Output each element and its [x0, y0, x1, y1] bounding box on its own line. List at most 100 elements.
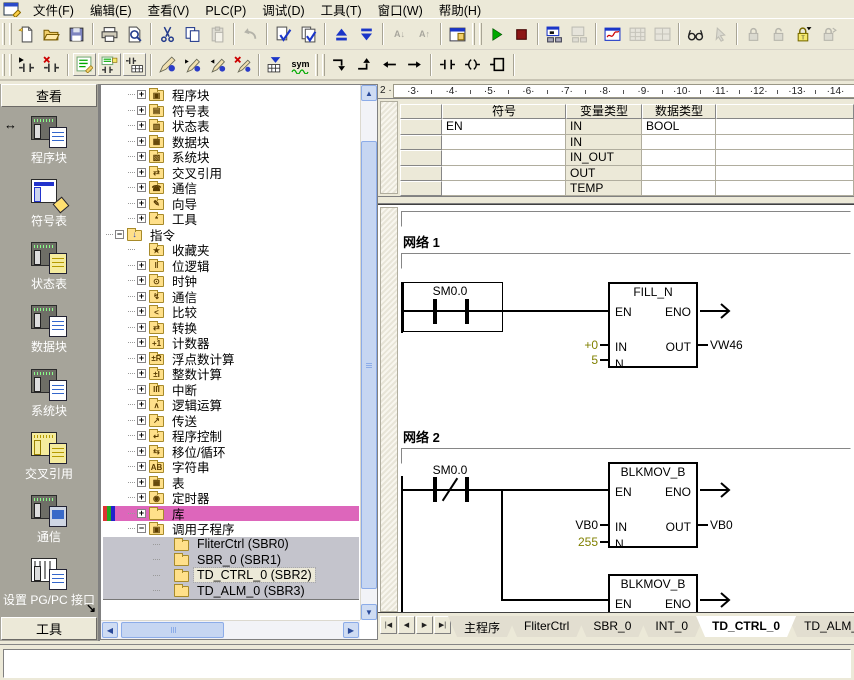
tree-expander[interactable]: + — [137, 292, 146, 301]
tree-expander[interactable]: + — [137, 214, 146, 223]
tree-item[interactable]: + ▣ 程序块 — [103, 87, 359, 103]
tree-item[interactable]: + ▥ 状态表 — [103, 118, 359, 134]
monitor-glasses-button[interactable] — [684, 23, 707, 46]
blkmov-b-box-2[interactable]: BLKMOV_B EN ENO — [608, 574, 698, 612]
tree-expander[interactable]: + — [137, 416, 146, 425]
out-operand[interactable]: VB0 — [710, 518, 733, 532]
data-type-cell[interactable] — [642, 135, 716, 150]
pane-splitter[interactable] — [378, 196, 854, 204]
tree-item[interactable]: + III 中断 — [103, 382, 359, 398]
data-type-cell[interactable] — [642, 166, 716, 181]
tree-item[interactable]: + ▦ 数据块 — [103, 134, 359, 150]
data-type-cell[interactable] — [642, 181, 716, 196]
tree-item[interactable]: + ±I 整数计算 — [103, 366, 359, 382]
tree-expander[interactable]: + — [137, 509, 146, 518]
new-file-button[interactable] — [15, 23, 38, 46]
tree-expander[interactable]: + — [137, 369, 146, 378]
var-type-cell[interactable]: IN — [566, 119, 642, 134]
wire-up-button[interactable] — [353, 53, 376, 76]
lock-password-button[interactable]: T — [792, 23, 815, 46]
tree-expander[interactable]: + — [137, 385, 146, 394]
tree-item[interactable]: ★ 收藏夹 — [103, 242, 359, 258]
tree-expander[interactable]: + — [137, 183, 146, 192]
symbol-cell[interactable] — [442, 135, 566, 150]
tree-expander[interactable]: + — [137, 90, 146, 99]
tree-expander[interactable]: + — [137, 307, 146, 316]
menu-item[interactable]: 编辑(E) — [82, 3, 140, 19]
pou-tab[interactable]: TD_ALM_0 — [788, 616, 854, 637]
tree-expander[interactable]: + — [137, 478, 146, 487]
tree-expander[interactable]: + — [137, 276, 146, 285]
tree-item[interactable]: − ▣ 调用子程序 — [103, 521, 359, 537]
navigation-item[interactable]: 通信 — [0, 489, 98, 552]
undo-button[interactable] — [239, 23, 262, 46]
tree-item[interactable]: + * 工具 — [103, 211, 359, 227]
n-operand[interactable]: 255 — [562, 535, 598, 549]
out-operand[interactable]: VW46 — [710, 338, 743, 352]
chart-status-3-button[interactable] — [651, 23, 674, 46]
tree-item[interactable]: + ∧ 逻辑运算 — [103, 397, 359, 413]
tree-expander[interactable]: − — [137, 524, 146, 533]
row-header-cell[interactable] — [400, 166, 442, 181]
tree-item[interactable]: + ▦ 表 — [103, 475, 359, 491]
pou-tab[interactable]: INT_0 — [639, 616, 704, 637]
tree-expander[interactable]: + — [137, 137, 146, 146]
toolbar-handle[interactable] — [322, 54, 325, 76]
tree-item[interactable]: + ‖ 位逻辑 — [103, 258, 359, 274]
tree-item[interactable]: + ↗ 传送 — [103, 413, 359, 429]
scroll-up-button[interactable]: ▲ — [361, 85, 377, 101]
delete-all-button[interactable] — [231, 53, 254, 76]
row-header-cell[interactable] — [400, 119, 442, 134]
navigation-item[interactable]: 符号表 — [0, 172, 98, 235]
paste-button[interactable] — [206, 23, 229, 46]
print-button[interactable] — [98, 23, 121, 46]
tree-item[interactable]: TD_ALM_0 (SBR3) — [103, 583, 359, 599]
save-button[interactable] — [65, 23, 88, 46]
compile-all-button[interactable] — [297, 23, 320, 46]
symbol-cell[interactable] — [442, 181, 566, 196]
tree-horizontal-scrollbar[interactable]: ◀ ▶ — [101, 620, 360, 639]
row-header-cell[interactable] — [400, 181, 442, 196]
print-preview-button[interactable] — [123, 23, 146, 46]
n-operand[interactable]: 5 — [568, 353, 598, 367]
menu-item[interactable]: 帮助(H) — [431, 3, 489, 19]
download-button[interactable] — [355, 23, 378, 46]
options-window-button[interactable] — [446, 23, 469, 46]
column-header-symbol[interactable]: 符号 — [442, 104, 566, 119]
tree-item[interactable]: TD_CTRL_0 (SBR2) — [103, 568, 359, 584]
view-ladder-button[interactable] — [73, 53, 96, 76]
var-type-cell[interactable]: IN_OUT — [566, 150, 642, 165]
comment-cell[interactable] — [716, 119, 854, 134]
address-view-button[interactable] — [264, 53, 287, 76]
menu-item[interactable]: 调试(D) — [254, 3, 312, 19]
tree-item[interactable]: + ⇄ 交叉引用 — [103, 165, 359, 181]
data-type-cell[interactable]: BOOL — [642, 119, 716, 134]
tree-expander[interactable]: + — [137, 493, 146, 502]
tree-expander[interactable]: + — [137, 261, 146, 270]
tree-item[interactable]: + ±R 浮点数计算 — [103, 351, 359, 367]
symbol-cell[interactable] — [442, 166, 566, 181]
navigation-item[interactable]: 系统块 — [0, 362, 98, 425]
tree-expander[interactable]: + — [137, 354, 146, 363]
tools-bar-button[interactable]: 工具 — [1, 617, 97, 640]
tab-next-button[interactable]: ▶ — [416, 616, 433, 634]
insert-edit-2-button[interactable] — [181, 53, 204, 76]
row-header-cell[interactable] — [400, 150, 442, 165]
tree-expander[interactable]: + — [137, 447, 146, 456]
symbol-view-button[interactable]: sym — [289, 53, 312, 76]
tree-item[interactable]: + ☎ 通信 — [103, 180, 359, 196]
toolbar-handle[interactable] — [472, 23, 475, 45]
toolbar-handle[interactable] — [2, 23, 5, 45]
pou-tab[interactable]: FliterCtrl — [508, 616, 585, 637]
scroll-thumb[interactable] — [361, 141, 377, 589]
fill-n-box[interactable]: FILL_N EN ENO IN OUT N — [608, 282, 698, 368]
toolbar-handle[interactable] — [9, 23, 12, 45]
wire-left-button[interactable] — [378, 53, 401, 76]
stop-button[interactable] — [510, 23, 533, 46]
tree-expander[interactable]: + — [137, 400, 146, 409]
pou-tab[interactable]: 主程序 — [448, 616, 516, 637]
tree-expander[interactable]: − — [115, 230, 124, 239]
tree-item[interactable]: + ✎ 向导 — [103, 196, 359, 212]
sort-ascending-button[interactable]: A↓ — [388, 23, 411, 46]
bookmark-toggle-button[interactable] — [15, 53, 38, 76]
